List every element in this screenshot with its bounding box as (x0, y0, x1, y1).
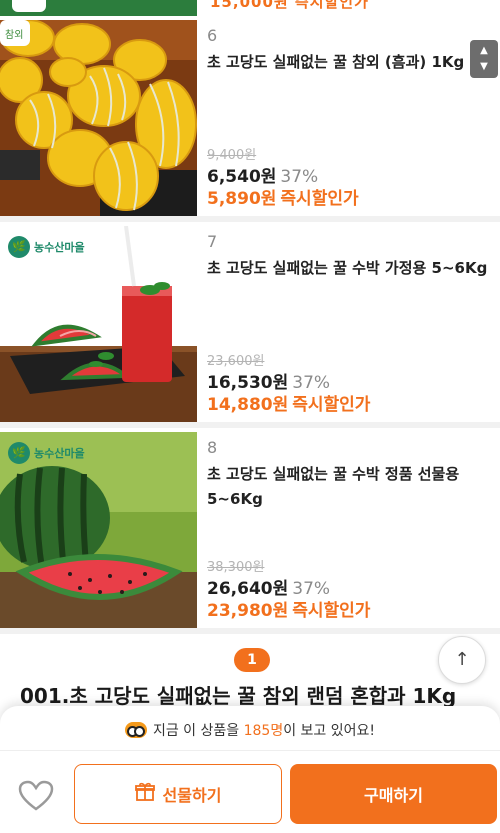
scroll-arrows-icon[interactable]: ▲ ▼ (470, 40, 498, 78)
instant-label: 즉시할인가 (292, 601, 371, 621)
previous-item-cut: 15,000원 즉시할인가 (0, 0, 500, 16)
scroll-top-button[interactable]: ↑ (438, 636, 486, 684)
product-rank: 6 (207, 26, 218, 45)
price-block: 9,400원 6,540원 37% 5,890원 즉시할인가 (207, 144, 359, 209)
price-block: 38,300원 26,640원 37% 23,980원 즉시할인가 (207, 556, 371, 621)
product-rank: 7 (207, 232, 218, 251)
divider (0, 750, 500, 751)
product-item[interactable]: 참외 6 초 고당도 실패없는 꿀 참외 (흠과) 1Kg 9,400원 6,5… (0, 16, 500, 222)
purchase-bar: 지금 이 상품을 185명이 보고 있어요! 선물하기 구매하기 (0, 706, 500, 833)
instant-price: 23,980원 (207, 601, 289, 621)
brand-logo: 🌿 농수산마을 (8, 236, 85, 258)
buy-button[interactable]: 구매하기 (290, 764, 497, 824)
product-thumbnail-watermelon[interactable]: 🌿 농수산마을 (0, 432, 197, 628)
instant-label: 즉시할인가 (292, 395, 371, 415)
previous-item-price: 15,000원 즉시할인가 (210, 0, 369, 11)
price-block: 23,600원 16,530원 37% 14,880원 즉시할인가 (207, 350, 371, 415)
product-name[interactable]: 초 고당도 실패없는 꿀 참외 (흠과) 1Kg (207, 50, 497, 75)
product-name[interactable]: 초 고당도 실패없는 꿀 수박 가정용 5~6Kg (207, 256, 497, 281)
instant-label: 즉시할인가 (280, 189, 359, 209)
sale-price-row: 6,540원 37% (207, 162, 359, 187)
original-price: 23,600원 (207, 354, 265, 369)
sale-price-row: 26,640원 37% (207, 574, 370, 599)
gift-button[interactable]: 선물하기 (74, 764, 282, 824)
viewer-count: 185명 (243, 723, 284, 739)
arrow-up-icon: ↑ (454, 649, 470, 670)
instant-price-row: 14,880원 즉시할인가 (207, 390, 371, 415)
gift-label: 선물하기 (162, 786, 222, 805)
viewer-suffix: 이 보고 있어요! (283, 723, 376, 739)
viewer-notice: 지금 이 상품을 185명이 보고 있어요! (0, 720, 500, 740)
product-item[interactable]: 🌿 농수산마을 8 초 고당도 실패없는 꿀 수박 정품 선물용 5~6Kg 3… (0, 428, 500, 634)
product-item[interactable]: 🌿 농수산마을 7 초 고당도 실패없는 꿀 수박 가정용 5~6Kg 23,6… (0, 222, 500, 428)
brand-name: 농수산마을 (34, 447, 85, 460)
product-badge: 참외 (5, 29, 23, 41)
brand-name: 농수산마을 (34, 241, 85, 254)
product-name[interactable]: 초 고당도 실패없는 꿀 수박 정품 선물용 5~6Kg (207, 462, 497, 512)
product-thumbnail-melon[interactable]: 참외 (0, 20, 197, 216)
gift-icon (134, 782, 155, 806)
eyes-icon (124, 722, 147, 738)
previous-item-badge (12, 0, 46, 12)
instant-price: 14,880원 (207, 395, 289, 415)
product-list: 참외 6 초 고당도 실패없는 꿀 참외 (흠과) 1Kg 9,400원 6,5… (0, 16, 500, 634)
brand-logo-icon: 🌿 (8, 442, 30, 464)
brand-logo-icon: 🌿 (8, 236, 30, 258)
wishlist-heart-icon[interactable] (18, 780, 54, 812)
next-product-title[interactable]: 001.초 고당도 실패없는 꿀 참외 랜덤 혼합과 1Kg (20, 680, 495, 709)
buy-label: 구매하기 (364, 786, 423, 805)
page-indicator[interactable]: 1 (234, 648, 270, 672)
instant-price-row: 23,980원 즉시할인가 (207, 596, 371, 621)
instant-price: 5,890원 (207, 189, 277, 209)
product-rank: 8 (207, 438, 218, 457)
viewer-prefix: 지금 이 상품을 (152, 723, 240, 739)
original-price: 9,400원 (207, 148, 257, 163)
brand-logo: 🌿 농수산마을 (8, 442, 85, 464)
sale-price-row: 16,530원 37% (207, 368, 370, 393)
instant-price-row: 5,890원 즉시할인가 (207, 184, 359, 209)
product-thumbnail-watermelon-juice[interactable]: 🌿 농수산마을 (0, 226, 197, 422)
original-price: 38,300원 (207, 560, 265, 575)
